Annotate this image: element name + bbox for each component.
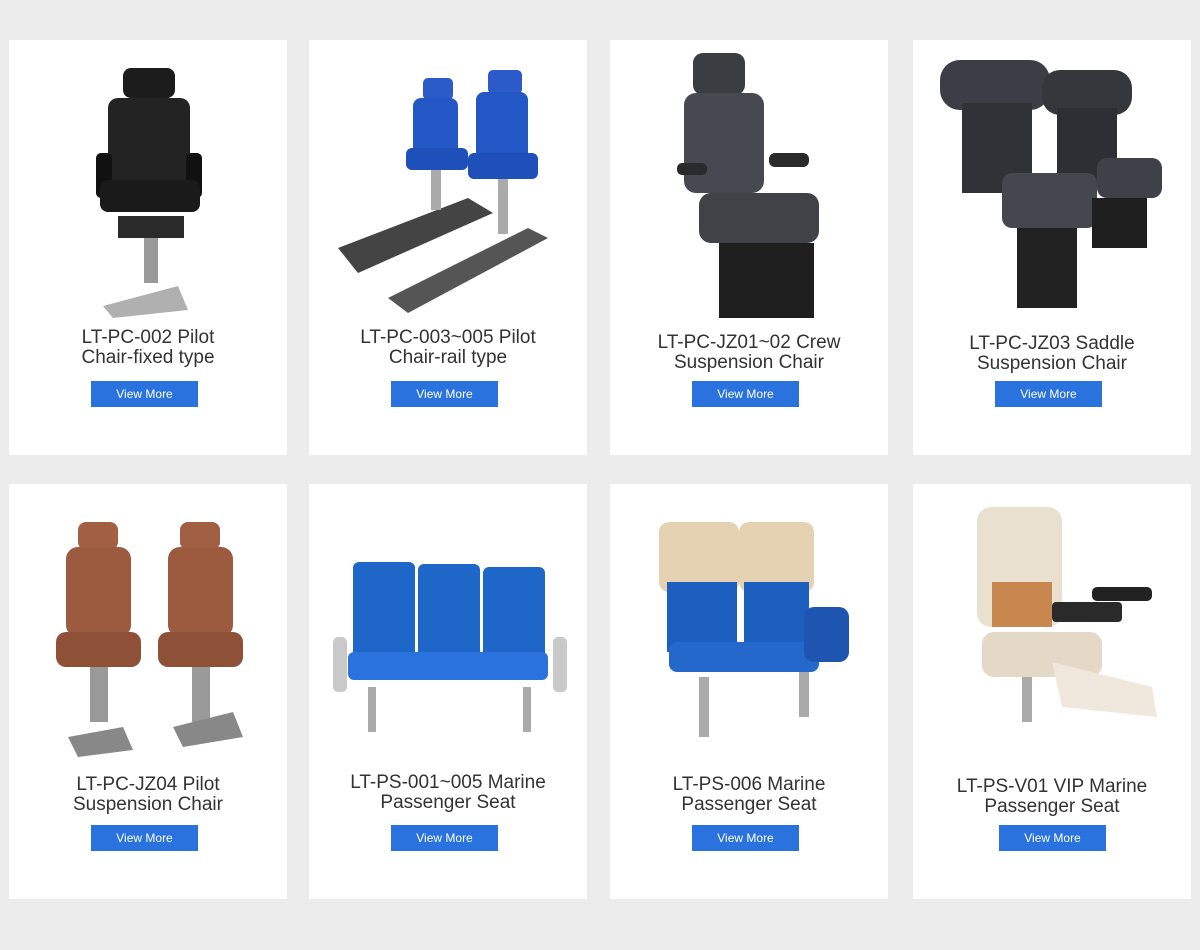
beige-blue-seats-icon[interactable] — [629, 492, 869, 762]
product-title[interactable]: LT-PC-JZ01~02 Crew Suspension Chair — [618, 333, 880, 373]
grey-crew-chair-icon[interactable] — [629, 48, 869, 318]
view-more-button[interactable]: View More — [692, 381, 799, 407]
product-title[interactable]: LT-PS-V01 VIP Marine Passenger Seat — [921, 777, 1183, 817]
product-title[interactable]: LT-PC-002 Pilot Chair-fixed type — [17, 328, 279, 368]
product-card[interactable]: LT-PC-JZ01~02 Crew Suspension Chair View… — [610, 40, 888, 455]
product-card[interactable]: LT-PC-JZ03 Saddle Suspension Chair View … — [913, 40, 1191, 455]
product-title[interactable]: LT-PC-003~005 Pilot Chair-rail type — [317, 328, 579, 368]
product-card[interactable]: LT-PC-002 Pilot Chair-fixed type View Mo… — [9, 40, 287, 455]
brown-pilot-chairs-icon[interactable] — [28, 492, 268, 762]
saddle-chairs-icon[interactable] — [932, 48, 1172, 318]
product-title[interactable]: LT-PC-JZ04 Pilot Suspension Chair — [17, 775, 279, 815]
blue-bench-seats-icon[interactable] — [328, 492, 568, 762]
product-card[interactable]: LT-PS-006 Marine Passenger Seat View Mor… — [610, 484, 888, 899]
product-card[interactable]: LT-PC-003~005 Pilot Chair-rail type View… — [309, 40, 587, 455]
product-card[interactable]: LT-PC-JZ04 Pilot Suspension Chair View M… — [9, 484, 287, 899]
product-title[interactable]: LT-PS-006 Marine Passenger Seat — [618, 775, 880, 815]
view-more-button[interactable]: View More — [91, 381, 198, 407]
product-title[interactable]: LT-PS-001~005 Marine Passenger Seat — [317, 773, 579, 813]
view-more-button[interactable]: View More — [692, 825, 799, 851]
product-card[interactable]: LT-PS-001~005 Marine Passenger Seat View… — [309, 484, 587, 899]
view-more-button[interactable]: View More — [91, 825, 198, 851]
view-more-button[interactable]: View More — [995, 381, 1102, 407]
view-more-button[interactable]: View More — [391, 825, 498, 851]
black-pilot-chair-icon[interactable] — [28, 48, 268, 318]
product-card[interactable]: LT-PS-V01 VIP Marine Passenger Seat View… — [913, 484, 1191, 899]
vip-recliner-seat-icon[interactable] — [932, 492, 1172, 762]
product-title[interactable]: LT-PC-JZ03 Saddle Suspension Chair — [921, 334, 1183, 374]
view-more-button[interactable]: View More — [391, 381, 498, 407]
view-more-button[interactable]: View More — [999, 825, 1106, 851]
blue-rail-chairs-icon[interactable] — [328, 48, 568, 318]
